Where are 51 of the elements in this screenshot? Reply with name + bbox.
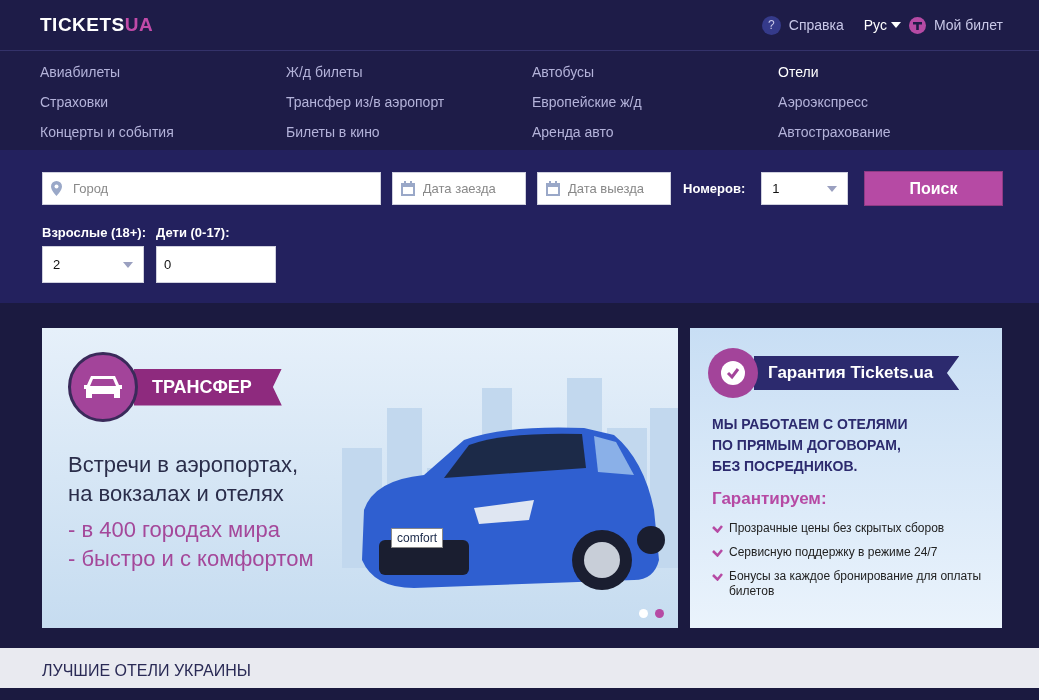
adults-label: Взрослые (18+): [42,225,147,240]
slider-dot[interactable] [655,609,664,618]
banner-points: - в 400 городах мира - быстро и с комфортом [68,516,314,573]
caret-icon [826,185,837,192]
guarantee-item: Бонусы за каждое бронирование для оплаты билетов [729,569,983,599]
nav-link[interactable]: Ж/д билеты [286,63,363,82]
nav-link[interactable]: Концерты и события [40,123,174,142]
help-link[interactable]: Справка [788,17,844,33]
transfer-tag: ТРАНСФЕР [134,368,282,406]
language-dropdown[interactable]: Рус [863,17,901,33]
ticket-icon [908,16,926,34]
nav-link[interactable]: Аренда авто [532,123,614,142]
caret-icon [890,22,901,28]
nav-link[interactable]: Трансфер из/в аэропорт [286,93,445,112]
nav-link[interactable]: Европейские ж/д [532,93,642,112]
children-label: Дети (0-17): [156,225,231,240]
license-plate: comfort [391,528,443,548]
help-icon: ? [761,15,781,35]
nav-link[interactable]: Аэроэкспресс [778,93,868,112]
check-badge-icon [708,348,758,398]
guarantee-banner[interactable] [690,328,1002,628]
checkout-date-field[interactable]: Дата выезда [536,172,672,205]
guarantee-item: Сервисную поддержку в режиме 24/7 [729,545,939,560]
nav-link[interactable]: Билеты в кино [286,123,380,142]
rooms-label: Номеров: [683,181,746,196]
section-title: ЛУЧШИЕ ОТЕЛИ УКРАИНЫ [42,662,251,679]
guarantee-subtitle: Гарантируем: [712,489,828,509]
guarantee-item: Прозрачные цены без скрытых сборов [729,521,946,536]
banner-headline: Встречи в аэропортах, на вокзалах и отелях [68,451,299,508]
nav-link[interactable]: Страховки [40,93,109,112]
rooms-select[interactable]: 1 [761,172,848,205]
checkin-date-field[interactable]: Дата заезда [391,172,526,205]
slider-dot[interactable] [639,609,648,618]
logo[interactable]: TICKETSUA [40,14,154,36]
location-pin-icon [51,181,62,196]
city-field[interactable]: Город [42,172,381,205]
my-ticket-link[interactable]: Мой билет [933,17,1003,33]
nav-link[interactable]: Автострахование [778,123,891,142]
guarantee-statement: МЫ РАБОТАЕМ С ОТЕЛЯМИ ПО ПРЯМЫМ ДОГОВОРАМ, БЕЗ ПОСРЕДНИКОВ. [712,415,909,476]
children-field[interactable]: 0 [156,246,277,283]
nav-link[interactable]: Отели [778,63,819,82]
adults-select[interactable]: 2 [42,246,144,283]
caret-icon [123,261,133,268]
transfer-banner[interactable]: ТРАНСФЕР Встречи в аэропортах, на вокзалах и отелях - в 400 городах мира - быстро и с комфортом comfort [42,328,678,628]
nav-link[interactable]: Авиабилеты [40,63,121,82]
nav-link[interactable]: Автобусы [532,63,595,82]
guarantee-title: Гарантия Tickets.ua [754,356,960,390]
checkmark-icon [712,524,723,533]
search-button[interactable]: Поиск [863,171,1003,206]
checkmark-icon [712,572,723,581]
checkmark-icon [712,548,723,557]
